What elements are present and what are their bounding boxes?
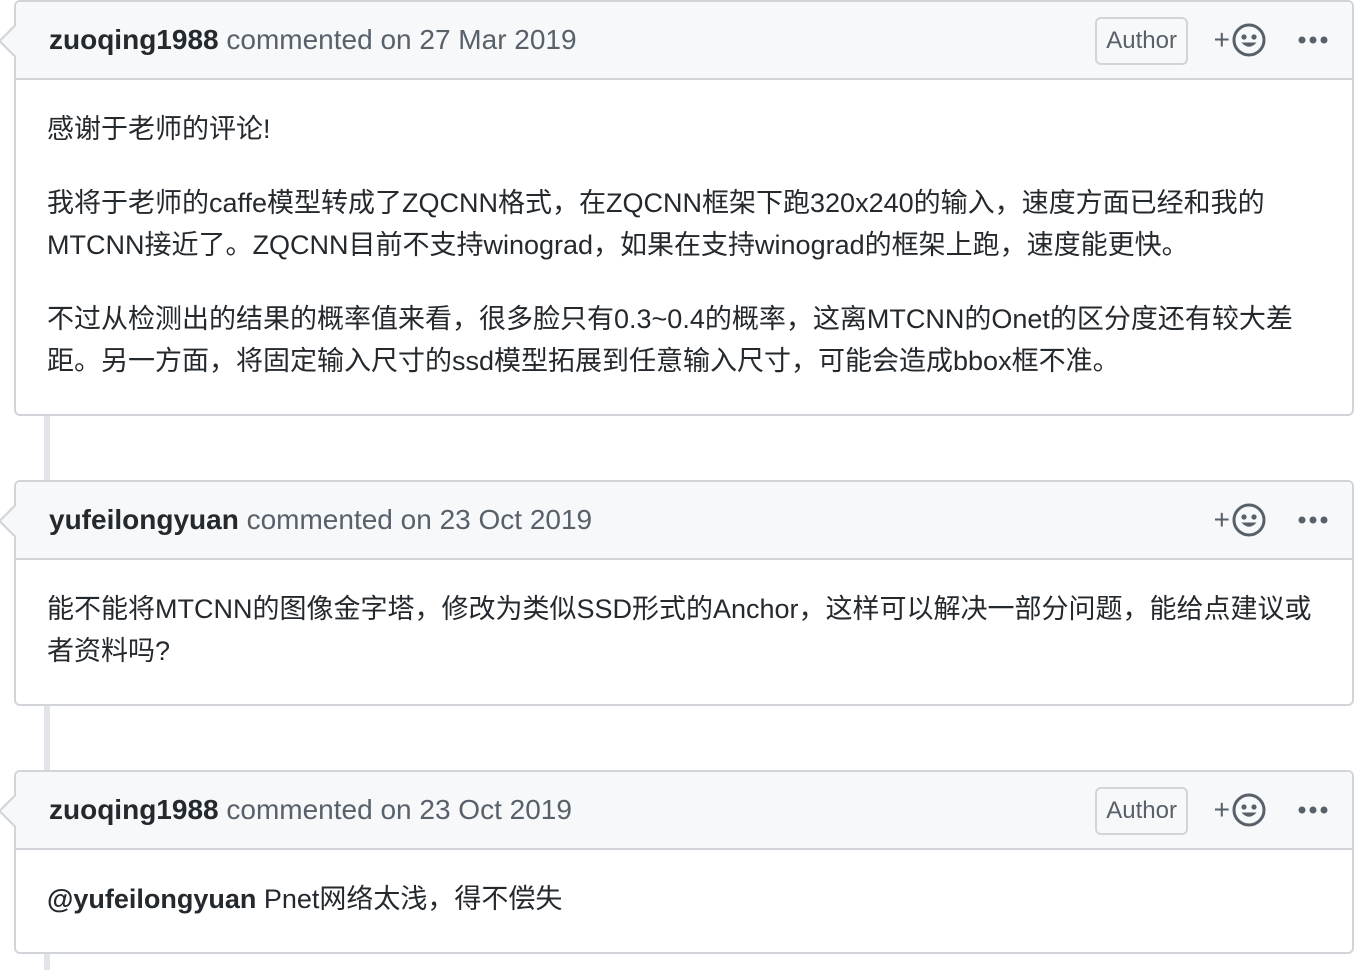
plus-label: + [1213,794,1230,825]
author-link[interactable]: zuoqing1988 [49,24,219,55]
comment-byline: zuoqing1988 commented on 23 Oct 2019 [49,772,572,848]
comment-header: yufeilongyuan commented on 23 Oct 2019 + [0,482,1352,560]
author-badge: Author [1095,17,1188,65]
comment: zuoqing1988 commented on 27 Mar 2019 Aut… [0,0,1354,416]
comment-timestamp[interactable]: commented on 27 Mar 2019 [226,24,576,55]
more-options-button[interactable] [1298,792,1328,828]
more-options-button[interactable] [1298,22,1328,58]
more-options-button[interactable] [1298,502,1328,538]
comment: zuoqing1988 commented on 23 Oct 2019 Aut… [0,770,1354,954]
author-badge: Author [1095,787,1188,835]
comment-text: Pnet网络太浅，得不偿失 [263,884,563,914]
kebab-horizontal-icon [1298,516,1328,524]
comment-body: 能不能将MTCNN的图像金字塔，修改为类似SSD形式的Anchor，这样可以解决… [16,560,1352,688]
comment-byline: yufeilongyuan commented on 23 Oct 2019 [49,482,592,558]
plus-label: + [1213,24,1230,55]
smiley-icon [1232,23,1266,57]
user-mention-link[interactable]: @yufeilongyuan [47,884,256,914]
kebab-horizontal-icon [1298,36,1328,44]
timeline-connector [44,414,50,482]
comment-paragraph: 感谢于老师的评论! [47,114,271,144]
timeline-connector [44,952,50,970]
comment: yufeilongyuan commented on 23 Oct 2019 +… [0,480,1354,706]
add-reaction-button[interactable]: + [1214,502,1266,538]
smiley-icon [1232,793,1266,827]
comment-paragraph: 不过从检测出的结果的概率值来看，很多脸只有0.3~0.4的概率，这离MTCNN的… [47,304,1293,376]
plus-label: + [1213,504,1230,535]
add-reaction-button[interactable]: + [1214,792,1266,828]
add-reaction-button[interactable]: + [1214,22,1266,58]
timeline-connector [44,704,50,772]
comment-byline: zuoqing1988 commented on 27 Mar 2019 [49,2,577,78]
comment-header: zuoqing1988 commented on 27 Mar 2019 Aut… [0,2,1352,80]
author-link[interactable]: yufeilongyuan [49,504,239,535]
kebab-horizontal-icon [1298,806,1328,814]
comment-header: zuoqing1988 commented on 23 Oct 2019 Aut… [0,772,1352,850]
comment-body: @yufeilongyuan Pnet网络太浅，得不偿失 [16,850,1352,936]
comment-paragraph: @yufeilongyuan Pnet网络太浅，得不偿失 [47,878,1320,920]
comment-paragraph: 能不能将MTCNN的图像金字塔，修改为类似SSD形式的Anchor，这样可以解决… [47,594,1312,666]
comment-paragraph: 我将于老师的caffe模型转成了ZQCNN格式，在ZQCNN框架下跑320x24… [47,188,1265,260]
comment-body: 感谢于老师的评论! 我将于老师的caffe模型转成了ZQCNN格式，在ZQCNN… [16,80,1352,398]
author-link[interactable]: zuoqing1988 [49,794,219,825]
comment-timestamp[interactable]: commented on 23 Oct 2019 [226,794,572,825]
comment-timestamp[interactable]: commented on 23 Oct 2019 [247,504,593,535]
smiley-icon [1232,503,1266,537]
